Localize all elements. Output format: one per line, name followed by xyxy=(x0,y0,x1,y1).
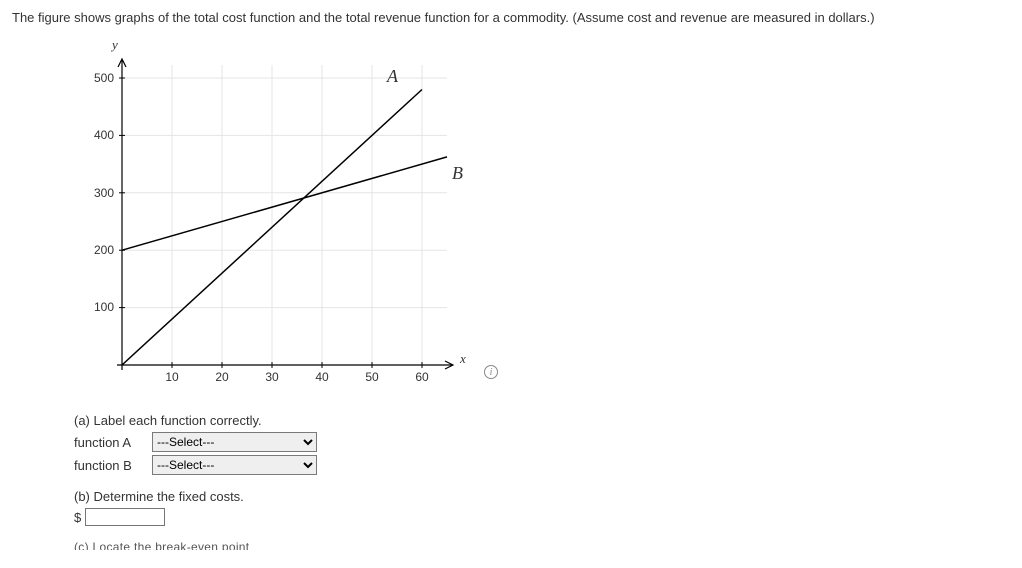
x-tick-20: 20 xyxy=(215,370,229,384)
y-tick-300: 300 xyxy=(94,186,114,200)
fixed-costs-input[interactable] xyxy=(85,508,165,526)
x-tick-40: 40 xyxy=(315,370,329,384)
question-c-cutoff: (c) Locate the break-even point xyxy=(74,540,1010,550)
function-a-select[interactable]: ---Select--- xyxy=(152,432,317,452)
x-axis-label: x xyxy=(459,351,466,366)
y-tick-500: 500 xyxy=(94,71,114,85)
chart-container: y xyxy=(72,37,1010,395)
label-line-B: B xyxy=(452,163,463,183)
chart: 10 20 30 40 50 60 100 200 300 400 500 xyxy=(72,55,472,395)
y-tick-100: 100 xyxy=(94,300,114,314)
currency-symbol: $ xyxy=(74,510,81,525)
info-icon[interactable]: i xyxy=(484,365,498,379)
problem-prompt: The figure shows graphs of the total cos… xyxy=(12,10,1010,25)
x-tick-50: 50 xyxy=(365,370,379,384)
y-axis-label: y xyxy=(112,37,1010,53)
x-tick-60: 60 xyxy=(415,370,429,384)
series-line-B xyxy=(122,157,447,250)
question-b: (b) Determine the fixed costs. $ xyxy=(74,489,1010,526)
question-a-title: (a) Label each function correctly. xyxy=(74,413,1010,428)
function-b-select[interactable]: ---Select--- xyxy=(152,455,317,475)
function-a-label: function A xyxy=(74,435,144,450)
question-a: (a) Label each function correctly. funct… xyxy=(74,413,1010,475)
function-b-label: function B xyxy=(74,458,144,473)
y-tick-200: 200 xyxy=(94,243,114,257)
y-tick-400: 400 xyxy=(94,128,114,142)
question-b-title: (b) Determine the fixed costs. xyxy=(74,489,1010,504)
x-tick-10: 10 xyxy=(165,370,179,384)
x-tick-30: 30 xyxy=(265,370,279,384)
label-line-A: A xyxy=(386,66,399,86)
